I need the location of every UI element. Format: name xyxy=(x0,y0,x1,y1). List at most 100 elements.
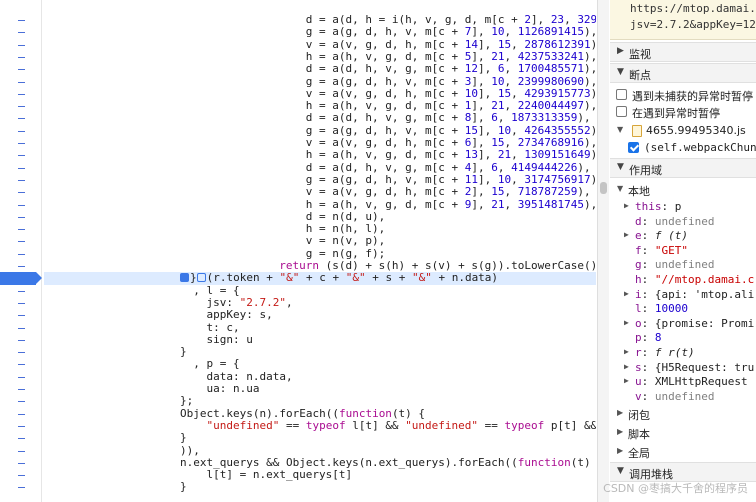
chevron-right-icon[interactable]: ▶ xyxy=(624,289,629,298)
scope-variable[interactable]: p: 8 xyxy=(610,331,756,346)
scope-variable[interactable]: ▶ r: f r(t) xyxy=(610,346,756,361)
callstack-section-header[interactable]: ▼ 调用堆栈 xyxy=(610,462,756,482)
gutter-line[interactable] xyxy=(0,76,42,88)
gutter-line[interactable] xyxy=(0,248,42,260)
pause-uncaught-checkbox[interactable] xyxy=(616,89,627,100)
gutter-line[interactable] xyxy=(0,223,42,235)
gutter-line[interactable] xyxy=(0,51,42,63)
code-line: } xyxy=(180,345,187,359)
chevron-right-icon[interactable]: ▶ xyxy=(624,362,629,371)
line-marker-icon xyxy=(18,179,25,181)
watch-section-header[interactable]: ▶ 监视 xyxy=(610,42,756,62)
gutter-line[interactable] xyxy=(0,186,42,198)
line-marker-icon xyxy=(18,462,25,464)
scope-variable[interactable]: f: "GET" xyxy=(610,244,756,259)
scrollbar-thumb[interactable] xyxy=(600,182,607,194)
gutter-line[interactable] xyxy=(0,371,42,383)
gutter-line[interactable] xyxy=(0,149,42,161)
scope-variable[interactable]: ▶ e: f (t) xyxy=(610,229,756,244)
gutter-line[interactable] xyxy=(0,125,42,137)
gutter-line[interactable] xyxy=(0,445,42,457)
gutter-line[interactable] xyxy=(0,469,42,481)
editor-scrollbar[interactable] xyxy=(597,0,609,502)
gutter-line[interactable] xyxy=(0,322,42,334)
chevron-down-icon: ▼ xyxy=(617,162,624,172)
line-marker-icon xyxy=(18,118,25,120)
scope-variable[interactable]: g: undefined xyxy=(610,258,756,273)
scope-variable[interactable]: d: undefined xyxy=(610,215,756,230)
gutter-line[interactable] xyxy=(0,88,42,100)
chevron-right-icon: ▶ xyxy=(617,46,624,56)
breakpoint-entry[interactable]: (self.webpackChun xyxy=(610,139,756,157)
variable-text: u: XMLHttpRequest xyxy=(635,375,748,389)
chevron-right-icon[interactable]: ▶ xyxy=(624,318,629,327)
pause-caught-checkbox[interactable] xyxy=(616,106,627,117)
gutter-line[interactable] xyxy=(0,162,42,174)
scope-variable[interactable]: ▶ o: {promise: Promi xyxy=(610,317,756,332)
scope-global[interactable]: ▶ 全局 xyxy=(610,443,756,461)
scope-variable[interactable]: ▶ u: XMLHttpRequest xyxy=(610,375,756,390)
variable-text: d: undefined xyxy=(635,214,715,228)
gutter-line[interactable] xyxy=(0,297,42,309)
gutter-line[interactable] xyxy=(0,395,42,407)
gutter-line[interactable] xyxy=(0,383,42,395)
gutter-line[interactable] xyxy=(0,63,42,75)
line-marker-icon xyxy=(18,20,25,21)
line-marker-icon xyxy=(18,315,25,317)
scope-local[interactable]: ▼ 本地 xyxy=(610,181,756,199)
gutter-line[interactable] xyxy=(0,14,42,26)
gutter-line[interactable] xyxy=(0,285,42,297)
chevron-right-icon[interactable]: ▶ xyxy=(624,230,629,239)
breakpoints-section-header[interactable]: ▼ 断点 xyxy=(610,63,756,83)
execution-marker[interactable] xyxy=(0,272,42,285)
chevron-right-icon[interactable]: ▶ xyxy=(624,347,629,356)
gutter-line[interactable] xyxy=(0,481,42,493)
pause-uncaught-option[interactable]: 遇到未捕获的异常时暂停 xyxy=(610,86,756,104)
gutter-line[interactable] xyxy=(0,260,42,272)
scope-variable[interactable]: h: "//mtop.damai.c xyxy=(610,273,756,288)
gutter-line[interactable] xyxy=(0,235,42,247)
gutter-line[interactable] xyxy=(0,39,42,51)
code-line: l[t] = n.ext_querys[t] xyxy=(206,468,353,482)
gutter-line[interactable] xyxy=(0,137,42,149)
watch-title: 监视 xyxy=(629,48,651,61)
gutter-line[interactable] xyxy=(0,174,42,186)
breakpoint-file[interactable]: ▼ 4655.99495340.js xyxy=(610,122,756,140)
url-line-1: https://mtop.damai.c xyxy=(630,2,756,15)
pause-caught-option[interactable]: 在遇到异常时暂停 xyxy=(610,103,756,121)
gutter-line[interactable] xyxy=(0,334,42,346)
scope-variable[interactable]: v: undefined xyxy=(610,390,756,405)
code-editor[interactable]: d = a(d, h = i(h, v, g, d, m[c + 2], 23,… xyxy=(0,0,596,502)
line-marker-icon xyxy=(18,487,25,489)
gutter-line[interactable] xyxy=(0,420,42,432)
scope-variable[interactable]: l: 10000 xyxy=(610,302,756,317)
scope-variable[interactable]: ▶ s: {H5Request: tru xyxy=(610,361,756,376)
breakpoint-enabled-checkbox[interactable] xyxy=(628,142,639,153)
gutter-line[interactable] xyxy=(0,346,42,358)
scope-section-header[interactable]: ▼ 作用域 xyxy=(610,158,756,178)
breakpoint-entry-code: (self.webpackChun xyxy=(644,141,756,154)
line-marker-icon xyxy=(18,327,25,329)
gutter-line[interactable] xyxy=(0,199,42,211)
closure-scope-title: 闭包 xyxy=(628,409,650,422)
gutter-line[interactable] xyxy=(0,100,42,112)
scope-variable[interactable]: ▶ this: p xyxy=(610,200,756,215)
line-gutter[interactable] xyxy=(0,0,42,502)
line-marker-icon xyxy=(18,339,25,341)
paused-code-line: } (r.token + "&" + c + "&" + s + "&" + n.… xyxy=(44,271,596,285)
line-marker-icon xyxy=(18,438,25,440)
scope-variable[interactable]: ▶ i: {api: 'mtop.ali xyxy=(610,288,756,303)
gutter-line[interactable] xyxy=(0,457,42,469)
gutter-line[interactable] xyxy=(0,26,42,38)
scope-closure[interactable]: ▶ 闭包 xyxy=(610,405,756,423)
chevron-right-icon: ▶ xyxy=(617,446,624,455)
scope-script[interactable]: ▶ 脚本 xyxy=(610,424,756,442)
gutter-line[interactable] xyxy=(0,211,42,223)
chevron-right-icon[interactable]: ▶ xyxy=(624,201,629,210)
chevron-right-icon[interactable]: ▶ xyxy=(624,376,629,385)
gutter-line[interactable] xyxy=(0,358,42,370)
gutter-line[interactable] xyxy=(0,309,42,321)
gutter-line[interactable] xyxy=(0,432,42,444)
gutter-line[interactable] xyxy=(0,112,42,124)
gutter-line[interactable] xyxy=(0,408,42,420)
